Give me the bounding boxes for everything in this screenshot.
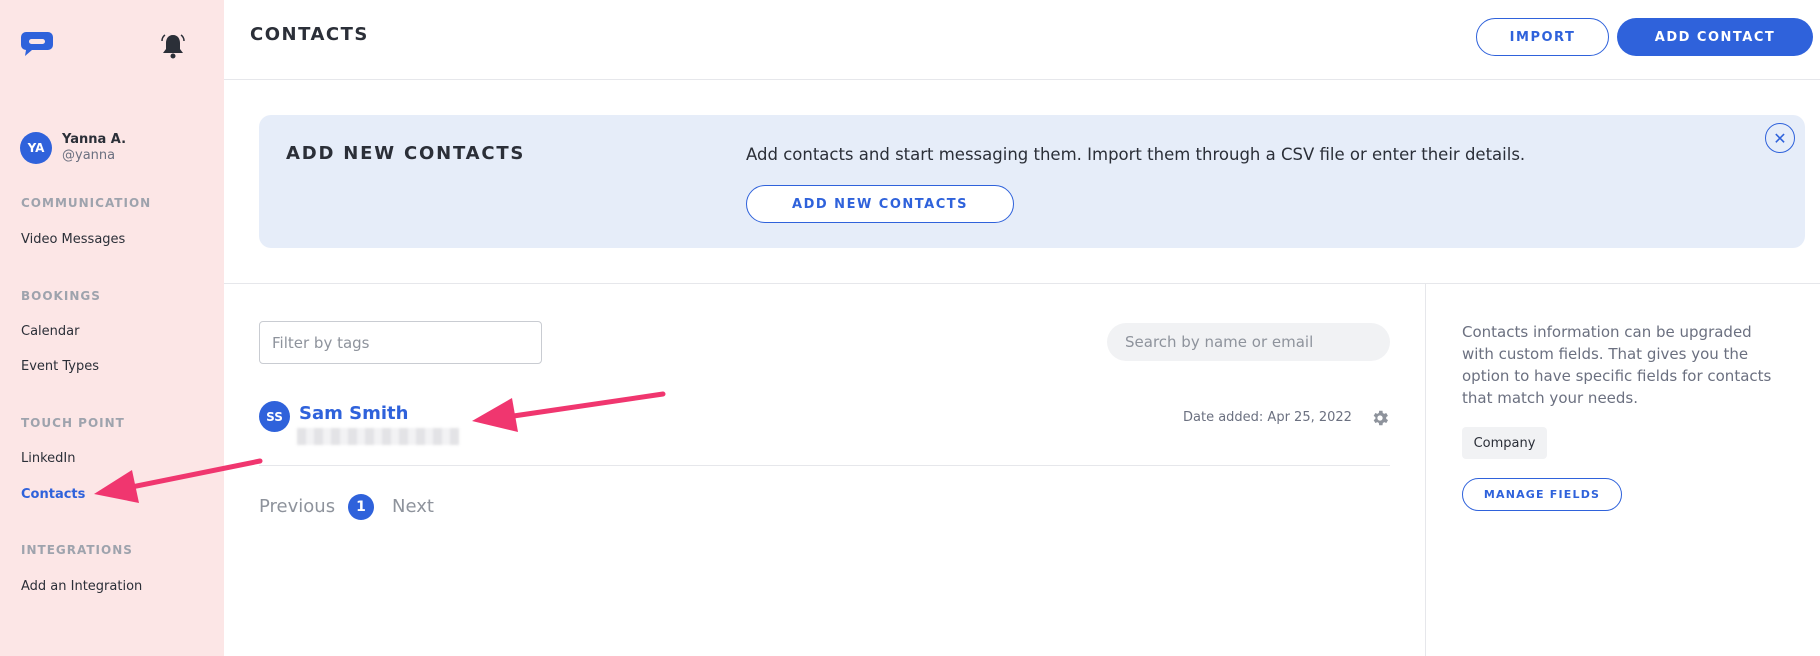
add-new-contacts-button[interactable]: ADD NEW CONTACTS — [746, 185, 1014, 223]
manage-fields-button[interactable]: MANAGE FIELDS — [1462, 478, 1622, 511]
bell-icon[interactable] — [160, 32, 186, 60]
custom-field-chip: Company — [1462, 427, 1547, 459]
gear-icon[interactable] — [1370, 408, 1390, 428]
add-contact-button[interactable]: ADD CONTACT — [1617, 18, 1813, 56]
sidebar-item-add-integration[interactable]: Add an Integration — [21, 579, 142, 594]
divider — [224, 283, 1820, 284]
panel-divider — [1425, 284, 1426, 656]
banner-description: Add contacts and start messaging them. I… — [746, 145, 1526, 164]
section-bookings: BOOKINGS — [21, 289, 101, 303]
page-title: CONTACTS — [250, 24, 369, 45]
section-touch-point: TOUCH POINT — [21, 416, 125, 430]
pagination-previous[interactable]: Previous — [259, 496, 335, 517]
sidebar-item-linkedin[interactable]: LinkedIn — [21, 451, 75, 466]
banner-title: ADD NEW CONTACTS — [286, 143, 526, 164]
close-icon[interactable]: ✕ — [1765, 123, 1795, 153]
filter-tags-input[interactable] — [259, 321, 542, 364]
pagination-next[interactable]: Next — [392, 496, 434, 517]
pagination-current-page[interactable]: 1 — [348, 494, 374, 520]
table-row[interactable]: SS Sam Smith Date added: Apr 25, 2022 — [259, 398, 1390, 466]
add-contacts-banner: ADD NEW CONTACTS Add contacts and start … — [259, 115, 1805, 248]
contact-email-redacted — [297, 428, 459, 445]
search-input[interactable] — [1107, 323, 1390, 361]
app-root: YA Yanna A. @yanna COMMUNICATION Video M… — [0, 0, 1820, 656]
user-profile[interactable]: YA Yanna A. @yanna — [20, 132, 126, 164]
sidebar-item-event-types[interactable]: Event Types — [21, 359, 99, 374]
sidebar-item-calendar[interactable]: Calendar — [21, 324, 79, 339]
section-communication: COMMUNICATION — [21, 196, 152, 210]
user-name: Yanna A. — [62, 132, 127, 147]
sidebar: YA Yanna A. @yanna COMMUNICATION Video M… — [0, 0, 224, 656]
avatar: YA — [20, 132, 52, 164]
logo-icon[interactable] — [20, 30, 54, 58]
section-integrations: INTEGRATIONS — [21, 543, 133, 557]
sidebar-item-video-messages[interactable]: Video Messages — [21, 232, 125, 247]
contact-date-added: Date added: Apr 25, 2022 — [1183, 410, 1352, 425]
import-button[interactable]: IMPORT — [1476, 18, 1609, 56]
user-handle: @yanna — [62, 148, 116, 163]
contact-name[interactable]: Sam Smith — [299, 403, 408, 424]
contact-avatar: SS — [259, 401, 290, 432]
top-bar: CONTACTS IMPORT ADD CONTACT — [224, 0, 1820, 80]
custom-fields-info: Contacts information can be upgraded wit… — [1462, 323, 1772, 407]
sidebar-item-contacts[interactable]: Contacts — [21, 487, 85, 502]
